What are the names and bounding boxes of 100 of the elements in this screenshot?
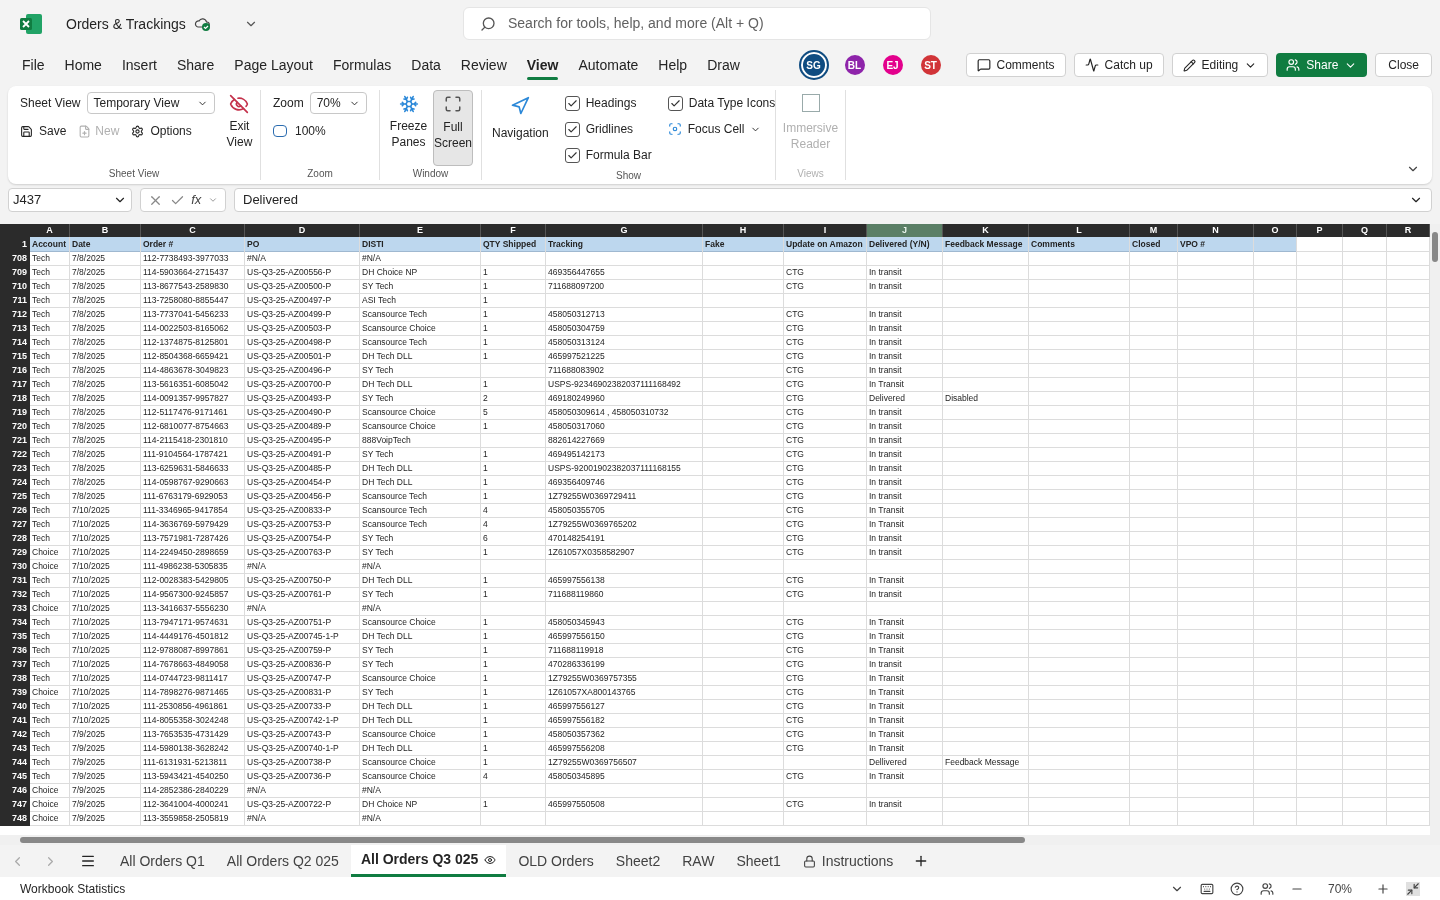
sheet-tab[interactable]: OLD Orders (508, 845, 604, 877)
name-box[interactable]: J437 (8, 188, 132, 212)
freeze-panes-button[interactable]: Freeze Panes (388, 90, 429, 166)
comments-button[interactable]: Comments (965, 53, 1066, 77)
menu-tab[interactable]: Data (401, 50, 451, 80)
table-cell: Scansource Tech (360, 335, 481, 350)
checkbox[interactable] (564, 147, 580, 163)
column-header[interactable]: Q (1343, 224, 1387, 237)
table-cell (1343, 755, 1387, 770)
table-cell: 7/10/2025 (70, 699, 141, 714)
column-header[interactable]: J (867, 224, 943, 237)
table-cell: CTG (784, 377, 867, 392)
checkbox[interactable] (564, 95, 580, 111)
menu-tab[interactable]: Draw (697, 50, 750, 80)
options-button[interactable]: Options (131, 122, 192, 140)
table-cell: Tech (30, 503, 70, 518)
formula-input[interactable]: Delivered (234, 188, 1432, 212)
table-cell (1130, 783, 1178, 798)
menu-tab[interactable]: View (516, 50, 569, 80)
menu-icon[interactable] (80, 853, 96, 869)
table-cell: US-Q3-25-AZ00763-P (245, 545, 360, 560)
table-cell: 1 (481, 447, 546, 462)
zoom-level[interactable]: 70% (1320, 879, 1360, 898)
workbook-statistics[interactable]: Workbook Statistics (20, 879, 126, 898)
sheet-tab[interactable]: Instructions (792, 845, 904, 877)
menu-tab[interactable]: Share (166, 50, 225, 80)
column-title: Update on Amazon (784, 237, 867, 252)
table-cell: CTG (784, 797, 867, 812)
table-cell: #N/A (360, 559, 481, 574)
checkbox[interactable] (667, 95, 683, 111)
menu-tab[interactable]: Review (450, 50, 517, 80)
table-cell (1130, 503, 1178, 518)
table-cell (1343, 335, 1387, 350)
menu-tab[interactable]: Page Layout (224, 50, 323, 80)
table-cell (1343, 503, 1387, 518)
table-cell (1254, 713, 1297, 728)
table-cell: 114-0744723-9811417 (141, 671, 245, 686)
table-cell: DH Tech DLL (360, 629, 481, 644)
keyboard-icon[interactable] (1200, 881, 1214, 896)
navigation-button[interactable]: Navigation (492, 90, 549, 168)
menu-tab[interactable]: Home (54, 50, 112, 80)
people-icon[interactable] (1260, 881, 1274, 896)
table-cell: 4 (481, 769, 546, 784)
table-cell: 1 (481, 727, 546, 742)
share-button[interactable]: Share (1276, 53, 1368, 77)
user-avatar[interactable]: BL (844, 55, 865, 75)
table-cell: 7/8/2025 (70, 405, 141, 420)
file-name[interactable]: Orders & Trackings (66, 13, 186, 35)
table-cell: 5 (481, 405, 546, 420)
column-header[interactable]: P (1297, 224, 1343, 237)
table-cell (1130, 377, 1178, 392)
table-cell (1254, 321, 1297, 336)
table-cell: CTG (784, 769, 867, 784)
full-screen-button[interactable]: Full Screen (433, 90, 473, 166)
editing-button[interactable]: Editing (1171, 53, 1269, 77)
table-cell: In Transit (867, 685, 943, 700)
table-cell: 113-3559858-2505819 (141, 811, 245, 826)
sheet-tab[interactable]: All Orders Q1 (110, 845, 215, 877)
zoom-dropdown[interactable]: 70% (309, 92, 367, 114)
exit-full-screen-icon[interactable] (1406, 881, 1420, 896)
table-cell: Delivered (867, 391, 943, 406)
search-field[interactable]: Search for tools, help, and more (Alt + Q) (463, 7, 931, 40)
catch-up-button[interactable]: Catch up (1073, 53, 1164, 77)
zoom-in-icon[interactable] (1376, 881, 1390, 896)
user-avatar[interactable]: SG (800, 52, 827, 78)
menu-tab[interactable]: Insert (111, 50, 167, 80)
sheet-view-dropdown[interactable]: Temporary View (86, 92, 215, 114)
sheet-tab[interactable]: RAW (672, 845, 725, 877)
checkbox-label: Formula Bar (585, 147, 652, 164)
user-avatar[interactable]: EJ (882, 55, 903, 75)
sheet-tab[interactable]: Sheet1 (726, 845, 791, 877)
table-cell: US-Q3-25-AZ00500-P (245, 279, 360, 294)
checkbox[interactable] (564, 121, 580, 137)
sheet-tab[interactable]: All Orders Q3 025 (350, 845, 507, 877)
menu-tab[interactable]: File (12, 50, 55, 80)
menu-tab[interactable]: Automate (568, 50, 649, 80)
table-cell: In Transit (867, 503, 943, 518)
user-avatar[interactable]: ST (920, 55, 941, 75)
table-cell: US-Q3-25-AZ00498-P (245, 335, 360, 350)
table-cell: 7/10/2025 (70, 587, 141, 602)
sheet-tab[interactable]: All Orders Q2 025 (216, 845, 349, 877)
table-cell: 7/8/2025 (70, 391, 141, 406)
save-button[interactable]: Save (20, 122, 67, 140)
table-cell: Scansource Tech (360, 489, 481, 504)
menu-tab[interactable]: Formulas (322, 50, 402, 80)
table-cell: 7/10/2025 (70, 517, 141, 532)
sheet-tab[interactable]: Sheet2 (605, 845, 671, 877)
close-button[interactable]: Close (1375, 53, 1432, 77)
table-cell (1130, 615, 1178, 630)
menu-tab[interactable]: Help (648, 50, 698, 80)
help-icon[interactable] (1230, 881, 1244, 896)
table-cell: SY Tech (360, 279, 481, 294)
row-number[interactable]: 748 (0, 811, 30, 826)
focus-cell-button[interactable]: Focus Cell (667, 116, 776, 142)
table-cell: SY Tech (360, 391, 481, 406)
insert-function-button[interactable]: fx (191, 190, 202, 210)
table-cell (1297, 349, 1343, 364)
table-cell (481, 363, 546, 378)
exit-view-button[interactable]: Exit View (226, 90, 253, 166)
zoom-100-button[interactable]: 100% (273, 116, 326, 146)
